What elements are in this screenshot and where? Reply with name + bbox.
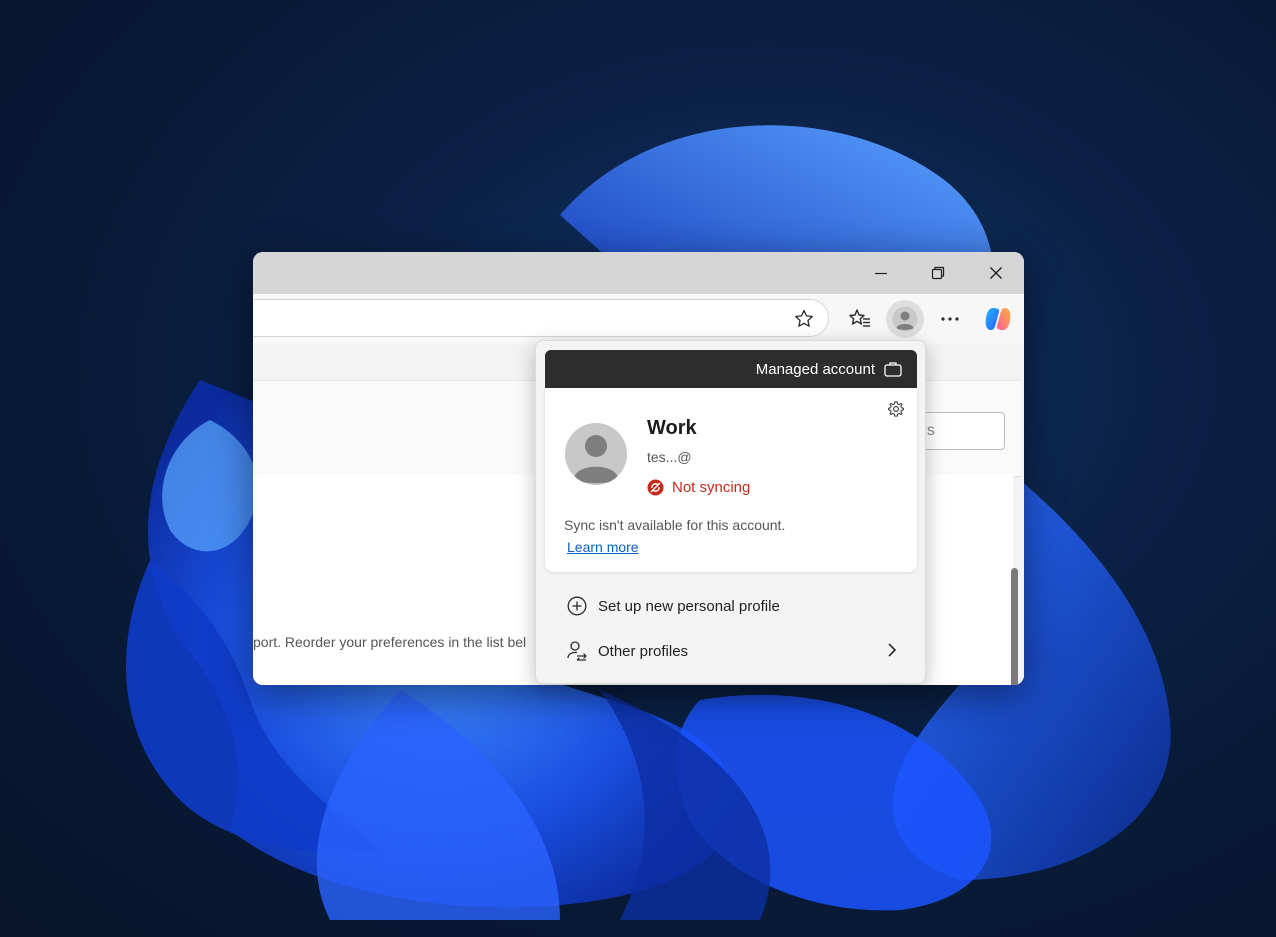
more-button[interactable]: [936, 306, 964, 332]
person-icon: [565, 423, 627, 485]
copilot-icon: [985, 308, 1011, 330]
sync-off-icon: [647, 479, 664, 496]
other-profiles-item[interactable]: Other profiles: [545, 632, 917, 670]
profile-email: tes...@: [647, 449, 692, 465]
profile-flyout: Managed account Work tes...@ Not syncing…: [535, 340, 926, 684]
copilot-button[interactable]: [983, 305, 1013, 333]
add-circle-icon: [566, 595, 588, 617]
gear-icon: [888, 401, 904, 417]
address-bar[interactable]: [253, 299, 829, 337]
more-icon: [941, 317, 959, 321]
other-profiles-label: Other profiles: [598, 642, 689, 660]
chevron-right-icon: [888, 643, 897, 657]
profile-name: Work: [647, 417, 697, 439]
sync-message: Sync isn't available for this account.: [564, 517, 786, 533]
minimize-button[interactable]: [866, 260, 896, 286]
set-up-new-profile-label: Set up new personal profile: [598, 597, 780, 615]
profile-avatar-icon: [892, 306, 918, 332]
sync-status-label: Not syncing: [672, 479, 751, 496]
minimize-icon: [875, 272, 887, 275]
profile-avatar: [565, 423, 627, 485]
language-reorder-text: port. Reorder your preferences in the li…: [253, 634, 527, 650]
star-icon: [795, 309, 813, 327]
profile-card: Work tes...@ Not syncing Sync isn't avai…: [545, 388, 917, 572]
switch-profile-icon: [566, 640, 588, 662]
restore-button[interactable]: [923, 260, 953, 286]
close-icon: [990, 267, 1002, 279]
managed-account-bar: Managed account: [545, 350, 917, 388]
browser-toolbar: [253, 294, 1024, 344]
favorites-button[interactable]: [847, 306, 873, 332]
favorites-icon: [849, 309, 870, 327]
learn-more-link[interactable]: Learn more: [567, 539, 639, 555]
page-scrollbar[interactable]: [1011, 568, 1018, 685]
close-button[interactable]: [981, 260, 1011, 286]
profile-settings-button[interactable]: [887, 400, 905, 418]
set-up-new-profile-item[interactable]: Set up new personal profile: [545, 587, 917, 625]
briefcase-icon: [884, 362, 902, 377]
sync-status: Not syncing: [647, 479, 750, 496]
title-bar: [253, 252, 1024, 294]
restore-icon: [931, 266, 945, 280]
profile-button[interactable]: [886, 300, 924, 338]
managed-account-label: Managed account: [755, 361, 875, 378]
favorite-star-button[interactable]: [792, 307, 816, 331]
